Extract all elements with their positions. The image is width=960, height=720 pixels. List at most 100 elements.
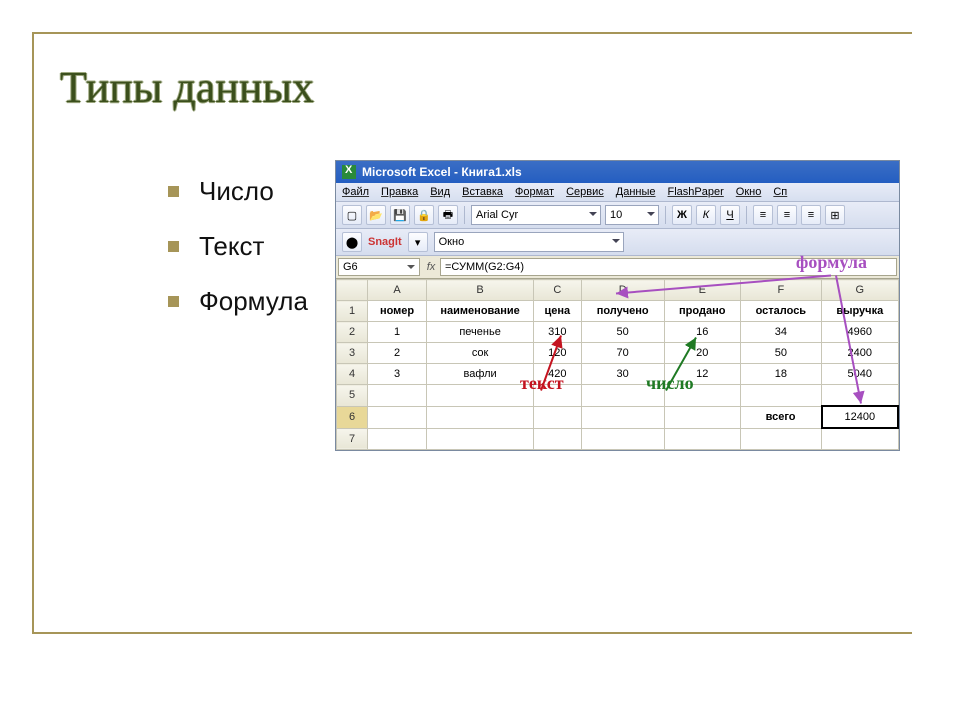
menu-format[interactable]: Формат [515, 186, 554, 198]
cell[interactable] [427, 428, 534, 450]
menu-help[interactable]: Сп [773, 186, 787, 198]
cell[interactable]: 2 [368, 343, 427, 364]
list-item: Формула [168, 286, 308, 317]
menu-view[interactable]: Вид [430, 186, 450, 198]
col-header[interactable]: E [664, 280, 740, 301]
menu-flashpaper[interactable]: FlashPaper [668, 186, 724, 198]
bottom-rule [32, 632, 912, 634]
row-header[interactable]: 2 [337, 322, 368, 343]
cell[interactable] [368, 428, 427, 450]
save-icon[interactable]: 💾 [390, 205, 410, 225]
underline-button[interactable]: Ч [720, 205, 740, 225]
cell[interactable] [822, 428, 898, 450]
annotation-number: число [646, 373, 694, 394]
menu-tools[interactable]: Сервис [566, 186, 604, 198]
col-header[interactable]: C [534, 280, 581, 301]
merge-icon[interactable]: ⊞ [825, 205, 845, 225]
cell-total-label[interactable]: всего [740, 406, 821, 428]
cell[interactable]: 2400 [822, 343, 898, 364]
menu-insert[interactable]: Вставка [462, 186, 503, 198]
cell[interactable]: 120 [534, 343, 581, 364]
table-row: 4 3 вафли 420 30 12 18 5040 [337, 364, 899, 385]
select-all-corner[interactable] [337, 280, 368, 301]
snagit-combo-value: Окно [439, 236, 465, 248]
col-header[interactable]: F [740, 280, 821, 301]
cell[interactable]: 310 [534, 322, 581, 343]
cell[interactable]: 4960 [822, 322, 898, 343]
row-header[interactable]: 6 [337, 406, 368, 428]
cell[interactable] [368, 406, 427, 428]
bold-button[interactable]: Ж [672, 205, 692, 225]
cell[interactable] [368, 385, 427, 407]
table-row: 6 всего 12400 [337, 406, 899, 428]
menu-data[interactable]: Данные [616, 186, 656, 198]
cell[interactable] [427, 385, 534, 407]
cell[interactable] [534, 428, 581, 450]
cell[interactable] [664, 406, 740, 428]
col-header[interactable]: D [581, 280, 664, 301]
cell[interactable]: получено [581, 301, 664, 322]
cell[interactable]: продано [664, 301, 740, 322]
italic-button[interactable]: К [696, 205, 716, 225]
cell[interactable]: 18 [740, 364, 821, 385]
align-center-icon[interactable]: ≡ [777, 205, 797, 225]
annotation-formula: формула [796, 252, 867, 273]
cell[interactable]: печенье [427, 322, 534, 343]
cell[interactable]: цена [534, 301, 581, 322]
cell[interactable] [664, 428, 740, 450]
menu-window[interactable]: Окно [736, 186, 762, 198]
align-left-icon[interactable]: ≡ [753, 205, 773, 225]
cell[interactable] [534, 406, 581, 428]
snagit-dropdown-icon[interactable]: ▾ [408, 232, 428, 252]
cell[interactable] [740, 428, 821, 450]
cell[interactable]: наименование [427, 301, 534, 322]
cell[interactable] [822, 385, 898, 407]
cell[interactable]: осталось [740, 301, 821, 322]
cell[interactable]: 16 [664, 322, 740, 343]
print-icon[interactable]: 🖶 [438, 205, 458, 225]
col-header[interactable]: B [427, 280, 534, 301]
bullet-text: Текст [199, 231, 264, 262]
left-rule [32, 32, 34, 634]
snagit-target-combo[interactable]: Окно [434, 232, 624, 252]
new-icon[interactable]: ▢ [342, 205, 362, 225]
snagit-icon[interactable]: ⬤ [342, 232, 362, 252]
cell[interactable] [581, 428, 664, 450]
cell[interactable] [740, 385, 821, 407]
menu-edit[interactable]: Правка [381, 186, 418, 198]
row-header[interactable]: 7 [337, 428, 368, 450]
fx-icon[interactable]: fx [422, 256, 440, 278]
cell[interactable]: 50 [581, 322, 664, 343]
col-header[interactable]: A [368, 280, 427, 301]
cell[interactable]: 20 [664, 343, 740, 364]
cell-total-value[interactable]: 12400 [822, 406, 898, 428]
cell[interactable]: 34 [740, 322, 821, 343]
cell[interactable] [581, 406, 664, 428]
cell[interactable]: номер [368, 301, 427, 322]
cell[interactable]: сок [427, 343, 534, 364]
row-header[interactable]: 1 [337, 301, 368, 322]
cell[interactable]: 1 [368, 322, 427, 343]
menu-file[interactable]: Файл [342, 186, 369, 198]
table-row: 1 номер наименование цена получено прода… [337, 301, 899, 322]
menu-bar[interactable]: Файл Правка Вид Вставка Формат Сервис Да… [336, 183, 899, 202]
cell[interactable]: вафли [427, 364, 534, 385]
cell[interactable]: 70 [581, 343, 664, 364]
col-header[interactable]: G [822, 280, 898, 301]
bullet-icon [168, 241, 179, 252]
cell[interactable]: выручка [822, 301, 898, 322]
name-box[interactable]: G6 [338, 258, 420, 276]
row-header[interactable]: 3 [337, 343, 368, 364]
font-name-combo[interactable]: Arial Cyr [471, 205, 601, 225]
row-header[interactable]: 4 [337, 364, 368, 385]
cell[interactable]: 50 [740, 343, 821, 364]
cell[interactable] [427, 406, 534, 428]
spreadsheet-grid[interactable]: A B C D E F G 1 номер наименование цена … [336, 279, 899, 450]
row-header[interactable]: 5 [337, 385, 368, 407]
cell[interactable]: 5040 [822, 364, 898, 385]
open-icon[interactable]: 📂 [366, 205, 386, 225]
align-right-icon[interactable]: ≡ [801, 205, 821, 225]
cell[interactable]: 3 [368, 364, 427, 385]
permission-icon[interactable]: 🔒 [414, 205, 434, 225]
font-size-combo[interactable]: 10 [605, 205, 659, 225]
